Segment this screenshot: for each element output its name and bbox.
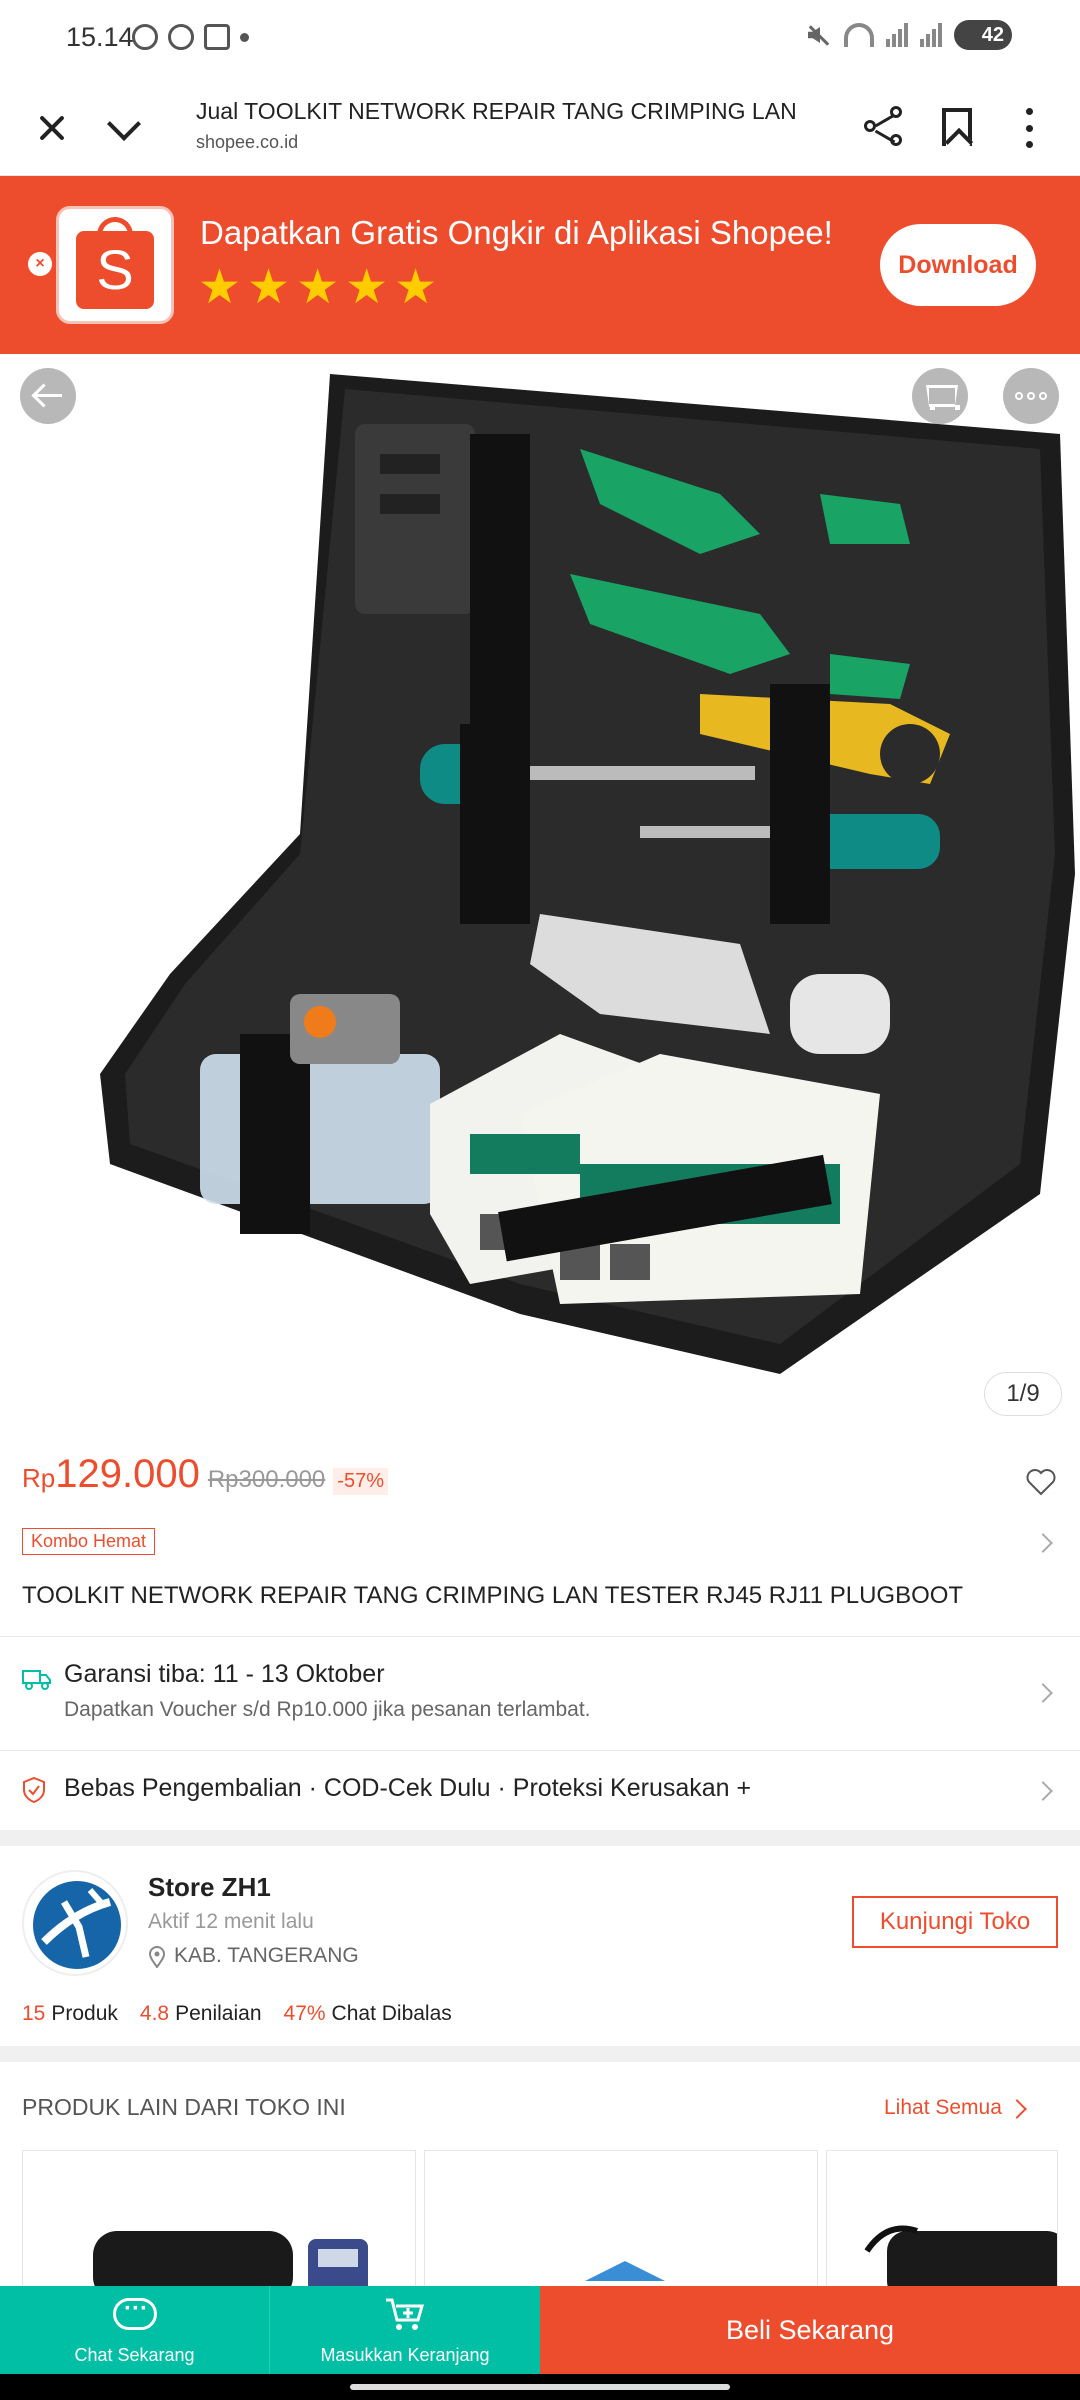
rating-stars: ★ ★ ★ ★ ★: [198, 264, 437, 312]
star-icon: ★: [247, 261, 291, 314]
store-name[interactable]: Store ZH1: [148, 1872, 271, 1903]
app-download-banner: × S Dapatkan Gratis Ongkir di Aplikasi S…: [0, 176, 1080, 354]
add-to-cart-button[interactable]: Masukkan Keranjang: [270, 2286, 540, 2374]
notification-icons: [132, 24, 249, 50]
shipping-title: Garansi tiba: 11 - 13 Oktober: [64, 1660, 385, 1688]
star-icon: ★: [198, 261, 242, 314]
status-time: 15.14: [66, 22, 134, 52]
chat-now-label: Chat Sekarang: [74, 2345, 195, 2365]
page-domain: shopee.co.id: [196, 132, 299, 152]
return-chevron-right-icon: [1033, 1781, 1053, 1801]
add-to-cart-label: Masukkan Keranjang: [320, 2345, 490, 2365]
location-pin-icon: [148, 1946, 166, 1968]
shopee-logo: S: [56, 206, 174, 324]
battery-indicator: 42: [954, 20, 1012, 50]
download-button[interactable]: Download: [880, 224, 1036, 306]
store-section: Store ZH1 Aktif 12 menit lalu KAB. TANGE…: [0, 1846, 1080, 2046]
shield-icon: [23, 1776, 45, 1804]
more-notifications-dot-icon: [240, 32, 249, 42]
chat-now-button[interactable]: Chat Sekarang: [0, 2286, 270, 2374]
whatsapp-icon: [132, 24, 158, 50]
store-avatar[interactable]: [22, 1870, 128, 1976]
store-stats: 15 Produk 4.8 Penilaian 47% Chat Dibalas: [22, 2002, 452, 2026]
screenshot-icon: [204, 24, 230, 50]
shopee-logo-letter: S: [76, 231, 154, 309]
image-cart-icon[interactable]: [912, 368, 968, 424]
shipping-subtitle: Dapatkan Voucher s/d Rp10.000 jika pesan…: [64, 1698, 591, 1721]
bookmark-icon[interactable]: [942, 108, 972, 146]
truck-icon: [22, 1670, 51, 1690]
price-row: Rp 129.000 Rp300.000 -57%: [22, 1452, 388, 1497]
banner-close-icon[interactable]: ×: [28, 252, 52, 276]
see-all-chevron-icon[interactable]: [1007, 2099, 1027, 2119]
star-icon: ★: [394, 261, 438, 314]
combo-tag[interactable]: Kombo Hemat: [22, 1528, 156, 1555]
whatsapp-business-icon: [168, 24, 194, 50]
price-currency: Rp: [22, 1463, 56, 1493]
wifi-icon: [844, 23, 874, 47]
original-price: Rp300.000: [207, 1466, 326, 1493]
buy-now-button[interactable]: Beli Sekarang: [540, 2286, 1080, 2374]
gesture-handle[interactable]: [350, 2384, 730, 2390]
product-image[interactable]: [0, 354, 1080, 1434]
other-products-header: PRODUK LAIN DARI TOKO INI: [22, 2094, 346, 2120]
bottom-action-bar: Chat Sekarang Masukkan Keranjang Beli Se…: [0, 2286, 1080, 2374]
image-back-icon[interactable]: [20, 368, 76, 424]
share-icon[interactable]: [864, 106, 908, 150]
chevron-down-icon[interactable]: [104, 108, 144, 148]
store-stat-rating: 4.8 Penilaian: [139, 2002, 262, 2025]
banner-text: Dapatkan Gratis Ongkir di Aplikasi Shope…: [200, 214, 833, 251]
image-counter: 1/9: [984, 1372, 1062, 1416]
section-divider: [0, 2046, 1080, 2062]
mute-icon: [804, 21, 832, 49]
return-policy-text: Bebas Pengembalian · COD-Cek Dulu · Prot…: [64, 1774, 752, 1802]
store-active-status: Aktif 12 menit lalu: [148, 1910, 314, 1933]
other-product-card[interactable]: [424, 2150, 818, 2290]
other-product-card[interactable]: [826, 2150, 1058, 2290]
return-policy-row[interactable]: Bebas Pengembalian · COD-Cek Dulu · Prot…: [0, 1750, 1080, 1830]
system-navigation-bar: [0, 2374, 1080, 2400]
discount-badge: -57%: [333, 1468, 388, 1495]
product-title: TOOLKIT NETWORK REPAIR TANG CRIMPING LAN…: [22, 1582, 964, 1609]
divider: [0, 1636, 1080, 1637]
image-more-icon[interactable]: [1003, 368, 1059, 424]
combo-chevron-right-icon[interactable]: [1033, 1533, 1053, 1553]
page-title[interactable]: Jual TOOLKIT NETWORK REPAIR TANG CRIMPIN…: [196, 98, 796, 125]
shipping-guarantee-row[interactable]: Garansi tiba: 11 - 13 Oktober Dapatkan V…: [0, 1638, 1080, 1748]
status-bar: 15.14 42: [0, 0, 1080, 80]
visit-store-button[interactable]: Kunjungi Toko: [852, 1896, 1058, 1948]
browser-toolbar: Jual TOOLKIT NETWORK REPAIR TANG CRIMPIN…: [0, 80, 1080, 176]
section-divider: [0, 1830, 1080, 1846]
more-options-icon[interactable]: [1020, 108, 1038, 148]
toolkit-case-illustration: [100, 374, 1075, 1374]
signal-icon: [886, 23, 908, 47]
star-icon: ★: [345, 261, 389, 314]
store-stat-chat-reply: 47% Chat Dibalas: [283, 2002, 452, 2025]
heart-icon[interactable]: [1026, 1468, 1056, 1496]
cart-add-icon: [386, 2298, 424, 2330]
price-value: 129.000: [55, 1452, 200, 1496]
shipping-chevron-right-icon: [1033, 1683, 1053, 1703]
close-icon[interactable]: [32, 108, 72, 148]
other-product-card[interactable]: [22, 2150, 416, 2290]
store-location: KAB. TANGERANG: [174, 1944, 359, 1967]
system-icons: 42: [804, 20, 1012, 50]
signal-icon-2: [920, 23, 942, 47]
see-all-link[interactable]: Lihat Semua: [884, 2096, 1002, 2120]
star-icon: ★: [296, 261, 340, 314]
store-stat-products: 15 Produk: [22, 2002, 118, 2025]
chat-icon: [113, 2295, 157, 2330]
